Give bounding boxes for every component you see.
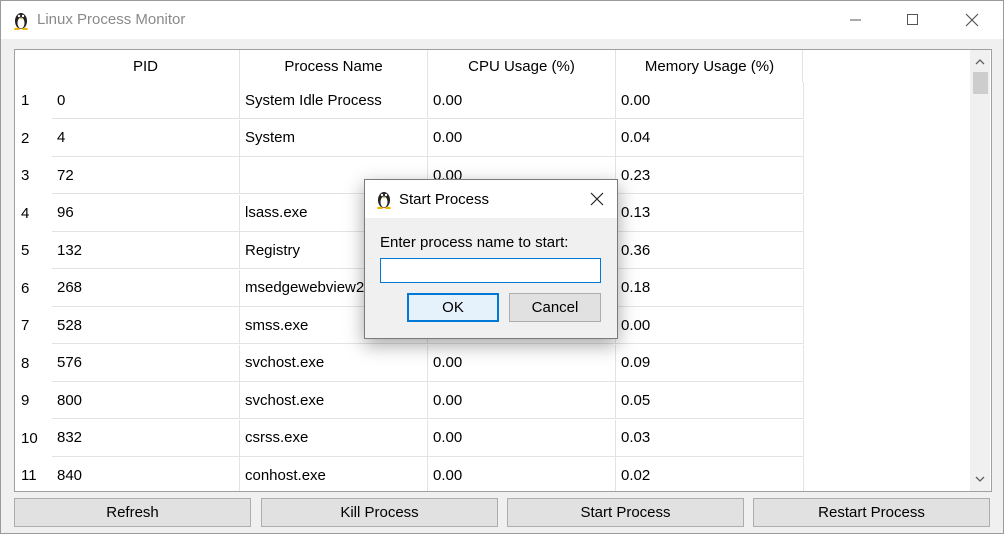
table-cell-name[interactable]: svchost.exe — [240, 344, 428, 382]
table-cell-cpu[interactable]: 0.00 — [428, 457, 616, 491]
row-number[interactable]: 1 — [15, 82, 51, 119]
row-number[interactable]: 2 — [15, 120, 51, 157]
table-cell-mem[interactable]: 0.02 — [616, 457, 804, 491]
table-cell-pid[interactable]: 0 — [52, 82, 240, 119]
table-cell-cpu[interactable]: 0.00 — [428, 82, 616, 119]
maximize-button[interactable] — [890, 1, 936, 39]
dialog-cancel-button[interactable]: Cancel — [509, 293, 601, 322]
table-cell-mem[interactable]: 0.00 — [616, 82, 804, 119]
table-cell-name[interactable]: csrss.exe — [240, 419, 428, 457]
table-cell-mem[interactable]: 0.23 — [616, 157, 804, 194]
restart-process-button[interactable]: Restart Process — [753, 498, 990, 527]
table-cell-pid[interactable]: 96 — [52, 194, 240, 232]
close-icon — [590, 192, 604, 206]
process-name-input[interactable] — [380, 258, 601, 283]
title-bar[interactable]: Linux Process Monitor — [1, 1, 1003, 39]
penguin-icon — [14, 13, 28, 30]
table-cell-mem[interactable]: 0.13 — [616, 194, 804, 232]
table-cell-name[interactable]: System Idle Process — [240, 82, 428, 119]
row-number[interactable]: 6 — [15, 270, 51, 307]
kill-process-button[interactable]: Kill Process — [261, 498, 498, 527]
table-cell-pid[interactable]: 832 — [52, 419, 240, 457]
minimize-icon — [850, 19, 861, 21]
table-cell-pid[interactable]: 4 — [52, 119, 240, 157]
dialog-prompt-label: Enter process name to start: — [380, 234, 569, 251]
scroll-up-icon[interactable] — [970, 52, 990, 72]
dialog-title-bar[interactable]: Start Process — [365, 180, 617, 218]
table-cell-cpu[interactable]: 0.00 — [428, 382, 616, 419]
table-cell-name[interactable]: svchost.exe — [240, 382, 428, 419]
table-cell-pid[interactable]: 268 — [52, 269, 240, 307]
table-cell-pid[interactable]: 800 — [52, 382, 240, 419]
table-cell-pid[interactable]: 528 — [52, 307, 240, 344]
table-cell-mem[interactable]: 0.03 — [616, 419, 804, 457]
close-button[interactable] — [949, 1, 995, 39]
table-cell-mem[interactable]: 0.36 — [616, 232, 804, 269]
table-cell-name[interactable]: System — [240, 119, 428, 157]
column-header-memory-usage[interactable]: Memory Usage (%) — [616, 50, 803, 82]
row-number[interactable]: 11 — [15, 457, 51, 491]
penguin-icon — [377, 192, 391, 209]
refresh-button[interactable]: Refresh — [14, 498, 251, 527]
table-cell-name[interactable]: conhost.exe — [240, 457, 428, 491]
vertical-scrollbar[interactable] — [970, 50, 990, 491]
table-cell-mem[interactable]: 0.05 — [616, 382, 804, 419]
table-cell-pid[interactable]: 576 — [52, 344, 240, 382]
row-number[interactable]: 8 — [15, 345, 51, 382]
column-header-pid[interactable]: PID — [52, 50, 239, 82]
dialog-close-button[interactable] — [585, 187, 609, 211]
table-cell-mem[interactable]: 0.18 — [616, 269, 804, 307]
minimize-button[interactable] — [833, 1, 879, 39]
dialog-title: Start Process — [399, 191, 490, 208]
table-cell-pid[interactable]: 72 — [52, 157, 240, 194]
row-number[interactable]: 5 — [15, 232, 51, 269]
dialog-ok-button[interactable]: OK — [407, 293, 499, 322]
start-process-dialog: Start Process Enter process name to star… — [364, 179, 618, 339]
table-cell-cpu[interactable]: 0.00 — [428, 344, 616, 382]
column-header-cpu-usage[interactable]: CPU Usage (%) — [428, 50, 615, 82]
maximize-icon — [907, 14, 918, 25]
row-number[interactable]: 9 — [15, 382, 51, 419]
window-title: Linux Process Monitor — [37, 11, 186, 28]
row-number[interactable]: 10 — [15, 420, 51, 457]
column-divider — [802, 50, 803, 82]
table-cell-pid[interactable]: 840 — [52, 457, 240, 491]
row-number[interactable]: 4 — [15, 195, 51, 232]
table-cell-mem[interactable]: 0.09 — [616, 344, 804, 382]
row-number[interactable]: 3 — [15, 157, 51, 194]
close-icon — [965, 13, 979, 27]
column-header-process-name[interactable]: Process Name — [240, 50, 427, 82]
table-cell-cpu[interactable]: 0.00 — [428, 119, 616, 157]
start-process-button[interactable]: Start Process — [507, 498, 744, 527]
table-cell-mem[interactable]: 0.04 — [616, 119, 804, 157]
table-cell-cpu[interactable]: 0.00 — [428, 419, 616, 457]
table-cell-pid[interactable]: 132 — [52, 232, 240, 269]
scroll-down-icon[interactable] — [970, 469, 990, 489]
table-cell-mem[interactable]: 0.00 — [616, 307, 804, 344]
scrollbar-thumb[interactable] — [973, 72, 988, 94]
row-number[interactable]: 7 — [15, 307, 51, 344]
